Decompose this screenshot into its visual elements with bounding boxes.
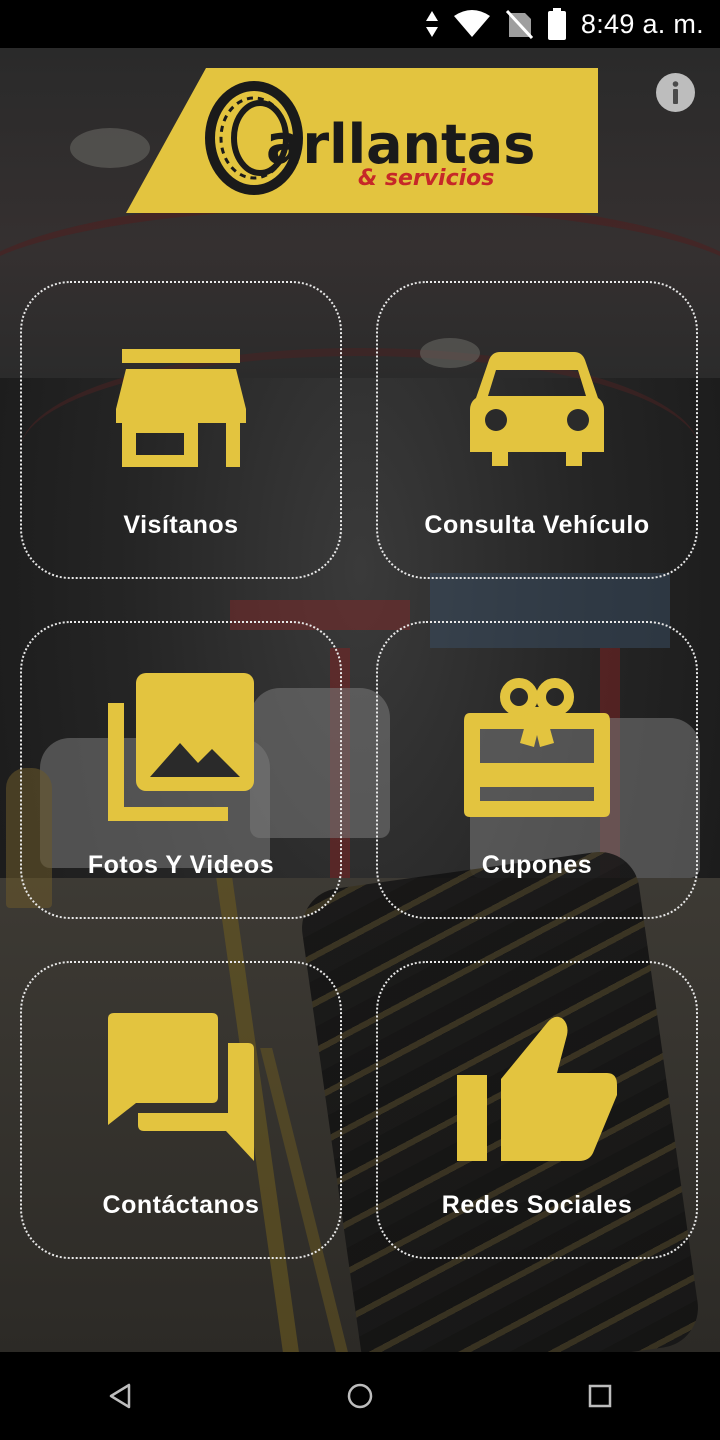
tile-label: Contáctanos [102,1191,260,1219]
recents-icon [588,1384,612,1408]
logo-text-sub: & servicios [358,166,494,191]
data-arrows-icon [425,10,439,38]
info-icon [672,81,679,104]
gift-card-icon [464,678,610,817]
back-button[interactable] [75,1352,165,1440]
tile-contactanos[interactable]: Contáctanos [20,961,342,1259]
tile-consulta-vehiculo[interactable]: Consulta Vehículo [376,281,698,579]
thumbs-up-icon [457,1016,617,1161]
photo-library-icon [108,673,254,821]
tile-cupones[interactable]: Cupones [376,621,698,919]
tile-label: Consulta Vehículo [424,511,650,539]
info-button[interactable] [656,73,695,112]
tile-label: Cupones [481,851,593,879]
home-button[interactable] [315,1352,405,1440]
system-nav-bar [0,1352,720,1440]
car-icon [470,352,604,466]
store-icon [116,349,246,467]
tile-visitanos[interactable]: Visítanos [20,281,342,579]
chat-icon [108,1013,254,1161]
no-signal-icon [505,9,533,39]
tile-label: Redes Sociales [441,1191,633,1219]
tile-label: Visítanos [123,511,239,539]
status-bar: 8:49 a. m. [0,0,720,48]
tile-label: Fotos Y Videos [87,851,275,879]
wifi-icon [453,10,491,38]
battery-icon [547,8,567,40]
brand-logo: arllantas & servicios [126,68,598,213]
back-icon [109,1383,131,1409]
recents-button[interactable] [555,1352,645,1440]
status-time: 8:49 a. m. [580,8,704,39]
tile-redes-sociales[interactable]: Redes Sociales [376,961,698,1259]
tile-fotos-videos[interactable]: Fotos Y Videos [20,621,342,919]
home-icon [347,1383,373,1409]
